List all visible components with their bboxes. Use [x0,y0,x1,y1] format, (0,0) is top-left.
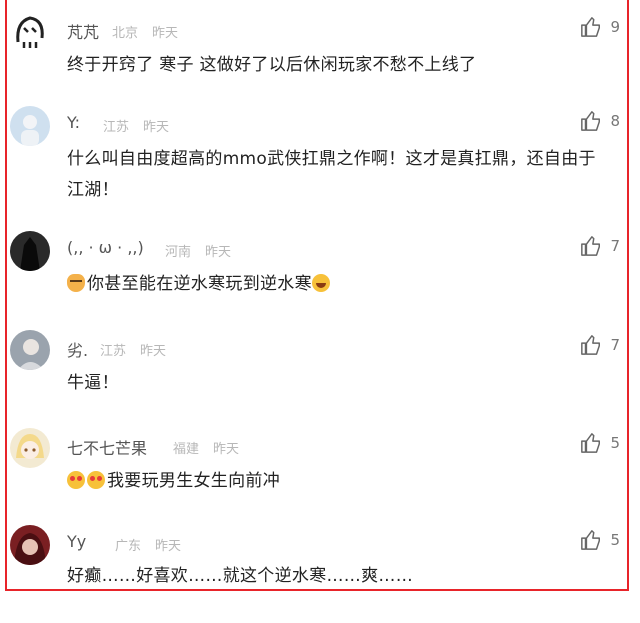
heart-eyes-emoji-icon [87,471,105,489]
like-button[interactable]: 5 [580,529,620,551]
thumbs-up-icon [581,530,601,550]
laughing-emoji-icon [311,274,330,292]
username[interactable]: 芃芃 [67,19,99,43]
timestamp: 昨天 [205,245,232,260]
timestamp: 昨天 [213,442,240,457]
like-count: 5 [610,434,620,452]
timestamp: 昨天 [140,344,167,359]
comment-text: 我要玩男生女生向前冲 [107,471,280,491]
comment-item: (,, · ω · ,,) 河南 昨天 7 你甚至能在逆水寒玩到逆水寒 [0,231,640,329]
comment-text: 牛逼！ [67,373,119,393]
like-count: 9 [610,18,620,36]
comment-meta: 福建 昨天 [173,438,253,457]
location: 广东 [115,539,142,554]
location: 江苏 [100,344,127,359]
like-button[interactable]: 7 [580,334,620,356]
like-count: 8 [610,112,620,130]
location: 河南 [165,245,192,260]
username[interactable]: (,, · ω · ,,) [67,238,144,257]
thumbs-up-icon [581,433,601,453]
like-button[interactable]: 5 [580,432,620,454]
like-count: 7 [610,237,620,255]
timestamp: 昨天 [152,26,179,41]
comment-meta: 江苏 昨天 [100,340,180,359]
comment-meta: 北京 昨天 [112,22,192,41]
avatar[interactable] [10,330,50,370]
avatar[interactable] [10,12,50,52]
avatar[interactable] [10,106,50,146]
location: 北京 [112,26,139,41]
like-button[interactable]: 9 [580,16,620,38]
like-count: 5 [610,531,620,549]
comment-meta: 广东 昨天 [115,535,195,554]
thumbs-up-icon [581,236,601,256]
comment-text: 你甚至能在逆水寒玩到逆水寒 [87,274,312,294]
location: 福建 [173,442,200,457]
timestamp: 昨天 [155,539,182,554]
comment-meta: 江苏 昨天 [103,116,183,135]
comment-meta: 河南 昨天 [165,241,245,260]
location: 江苏 [103,120,130,135]
comment-item: 芃芃 北京 昨天 9 终于开窍了 寒子 这做好了以后休闲玩家不愁不上线了 [0,12,640,110]
avatar[interactable] [10,231,50,271]
username[interactable]: Yy [67,532,86,551]
comment-text: 什么叫自由度超高的mmo武侠扛鼎之作啊！这才是真扛鼎，还自由于江湖！ [67,149,596,200]
like-button[interactable]: 7 [580,235,620,257]
heart-eyes-emoji-icon [67,471,85,489]
timestamp: 昨天 [143,120,170,135]
username[interactable]: 劣. [67,337,88,361]
like-count: 7 [610,336,620,354]
comment-item: 七不七芒果 福建 昨天 5 我要玩男生女生向前冲 [0,428,640,526]
username[interactable]: 七不七芒果 [67,435,147,459]
comment-text: 好癫……好喜欢……就这个逆水寒……爽…… [67,566,413,586]
avatar[interactable] [10,428,50,468]
thumbs-up-icon [581,111,601,131]
comment-item: Y: 江苏 昨天 8 什么叫自由度超高的mmo武侠扛鼎之作啊！这才是真扛鼎，还自由… [0,106,640,204]
username[interactable]: Y: [67,113,80,132]
comment-item: 劣. 江苏 昨天 7 牛逼！ [0,330,640,428]
cat-emoji-icon [67,274,85,292]
comment-text-row: 我要玩男生女生向前冲 [67,466,612,497]
thumbs-up-icon [581,17,601,37]
thumbs-up-icon [581,335,601,355]
avatar[interactable] [10,525,50,565]
comment-text: 终于开窍了 寒子 这做好了以后休闲玩家不愁不上线了 [67,55,477,75]
comment-text-row: 你甚至能在逆水寒玩到逆水寒 [67,269,612,300]
like-button[interactable]: 8 [580,110,620,132]
comment-item: Yy 广东 昨天 5 好癫……好喜欢……就这个逆水寒……爽…… [0,525,640,623]
